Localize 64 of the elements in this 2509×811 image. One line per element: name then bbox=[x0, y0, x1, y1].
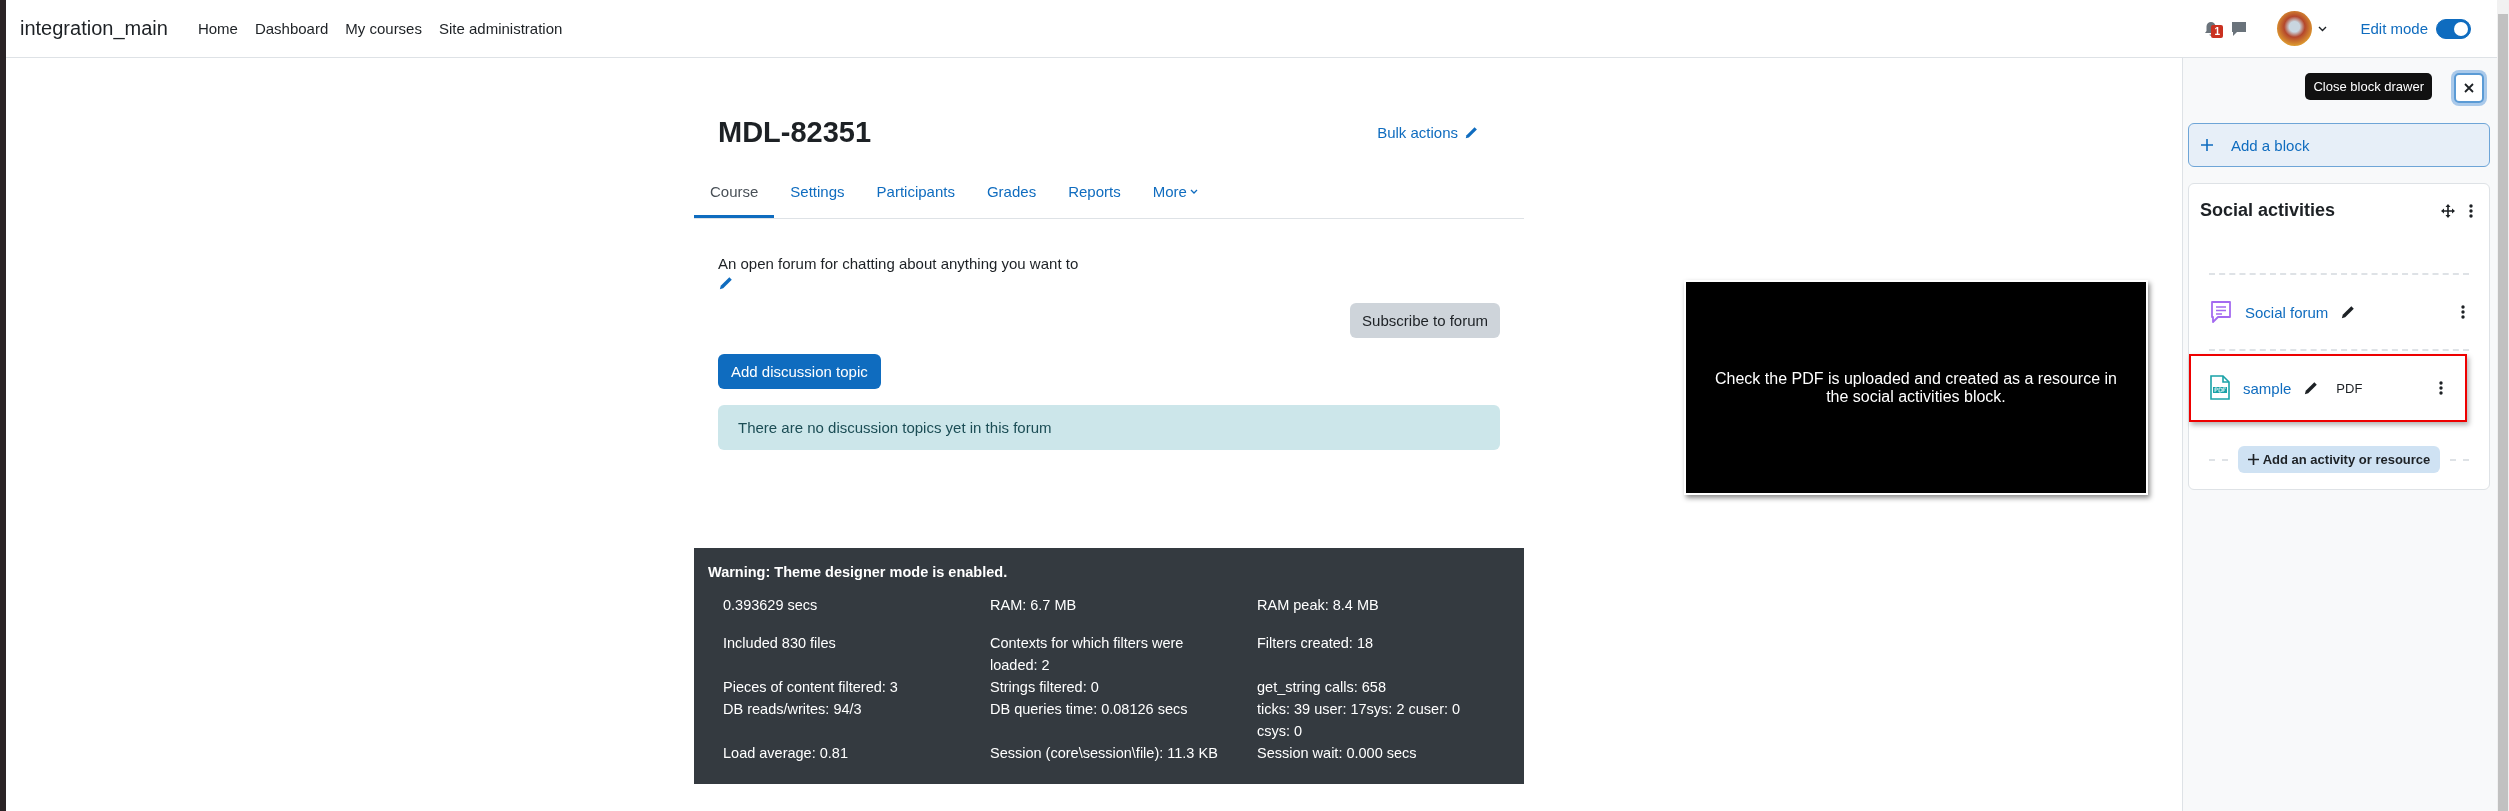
nav-link[interactable]: Home bbox=[197, 20, 238, 37]
page-title: MDL-82351 bbox=[718, 116, 872, 149]
close-button[interactable] bbox=[2454, 73, 2484, 103]
tooltip: Close block drawer bbox=[2305, 73, 2432, 100]
activity-link[interactable]: sample bbox=[2243, 379, 2292, 397]
kebab-menu-icon[interactable] bbox=[2439, 381, 2443, 395]
debug-stat: Pieces of content filtered: 3 bbox=[723, 678, 899, 697]
move-icon[interactable] bbox=[2441, 203, 2455, 218]
add-discussion-button[interactable]: Add discussion topic bbox=[718, 354, 881, 389]
notification-count: 1 bbox=[2211, 24, 2223, 38]
plus-icon bbox=[2201, 139, 2213, 151]
subscribe-button[interactable]: Subscribe to forum bbox=[1350, 303, 1500, 338]
debug-stat: Strings filtered: 0 bbox=[990, 678, 1100, 697]
nav-link[interactable]: Dashboard bbox=[254, 20, 329, 37]
debug-stat: DB reads/writes: 94/3 bbox=[723, 700, 863, 719]
chat-icon bbox=[2209, 300, 2233, 324]
debug-stat: DB queries time: 0.08126 secs bbox=[990, 700, 1189, 719]
user-menu[interactable] bbox=[2277, 11, 2328, 46]
close-icon bbox=[2464, 83, 2474, 93]
course-tab[interactable]: Grades bbox=[970, 169, 1053, 218]
nav-link[interactable]: My courses bbox=[345, 20, 422, 37]
kebab-menu-icon[interactable] bbox=[2461, 305, 2465, 319]
nav-link[interactable]: Site administration bbox=[438, 20, 563, 37]
add-block-button[interactable]: Add a block bbox=[2188, 123, 2490, 167]
debug-stat: Session (core\session\file): 11.3 KB bbox=[990, 744, 1219, 763]
avatar bbox=[2277, 11, 2313, 46]
edit-mode-label: Edit mode bbox=[2360, 20, 2428, 37]
bulk-actions-link[interactable]: Bulk actions bbox=[1377, 124, 1478, 141]
add-activity-button[interactable]: Add an activity or resource bbox=[2237, 446, 2441, 473]
block-title: Social activities bbox=[2200, 200, 2337, 221]
activity-type: PDF bbox=[2336, 380, 2363, 396]
scrollbar[interactable] bbox=[2497, 0, 2509, 811]
pdf-file-icon bbox=[2209, 375, 2231, 401]
debug-stat: Included 830 files bbox=[723, 634, 837, 653]
pencil-icon[interactable] bbox=[2340, 304, 2356, 320]
debug-stat: Load average: 0.81 bbox=[723, 744, 849, 763]
messages-button[interactable] bbox=[2231, 20, 2248, 37]
callout-text: Check the PDF is uploaded and created as a resource in the social activities block. bbox=[1714, 369, 2118, 406]
debug-stat: RAM: 6.7 MB bbox=[990, 596, 1078, 615]
activity-link[interactable]: Social forum bbox=[2245, 303, 2329, 321]
debug-stat: Contexts for which filters were loaded: 2 bbox=[990, 634, 1185, 675]
course-tab[interactable]: Reports bbox=[1052, 169, 1137, 218]
plus-icon bbox=[2247, 454, 2259, 465]
debug-stat: RAM peak: 8.4 MB bbox=[1257, 596, 1380, 615]
notifications-button[interactable]: 1 bbox=[2203, 20, 2220, 37]
caret-icon bbox=[2318, 25, 2328, 32]
pencil-icon[interactable] bbox=[2303, 380, 2319, 396]
site-name[interactable]: integration_main bbox=[20, 17, 168, 40]
forum-description: An open forum for chatting about anything you want to bbox=[718, 255, 1080, 272]
course-tab[interactable]: Course bbox=[694, 169, 775, 218]
info-alert: There are no discussion topics yet in this forum bbox=[718, 405, 1500, 450]
course-tab[interactable]: Settings bbox=[774, 169, 861, 218]
debug-stat: Filters created: 18 bbox=[1257, 634, 1375, 653]
debug-stat: Session wait: 0.000 secs bbox=[1257, 744, 1418, 763]
course-tab[interactable]: More bbox=[1136, 169, 1214, 218]
debug-stat: get_string calls: 658 bbox=[1257, 678, 1387, 697]
speech-bubble-icon bbox=[2231, 20, 2248, 37]
course-tab[interactable]: Participants bbox=[860, 169, 971, 218]
kebab-menu-icon[interactable] bbox=[2469, 203, 2473, 218]
caret-icon bbox=[1189, 189, 1198, 194]
debug-warning: Warning: Theme designer mode is enabled. bbox=[708, 564, 1009, 580]
debug-stat: 0.393629 secs bbox=[723, 596, 819, 615]
edit-mode-switch[interactable] bbox=[2436, 18, 2471, 39]
debug-stat: ticks: 39 user: 17sys: 2 cuser: 0 csys: 0 bbox=[1257, 700, 1462, 741]
